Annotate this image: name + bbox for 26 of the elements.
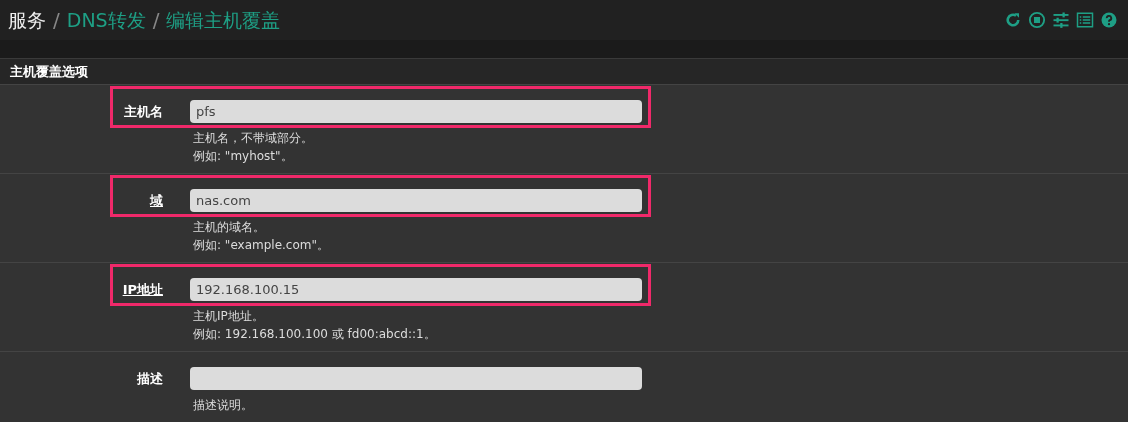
list-icon[interactable] — [1076, 11, 1094, 30]
text-field[interactable]: nas.com — [190, 189, 642, 212]
breadcrumb-separator: / — [53, 7, 60, 35]
help-icon[interactable] — [1100, 11, 1118, 30]
help-text: 描述说明。 — [193, 397, 254, 414]
breadcrumb-link[interactable]: 编辑主机覆盖 — [166, 5, 281, 35]
section-header: 主机覆盖选项 — [0, 59, 1128, 84]
field-label: IP地址 — [122, 280, 163, 299]
breadcrumb-separator: / — [152, 7, 160, 35]
reload-icon[interactable] — [1004, 11, 1022, 30]
help-text: 主机名，不带域部分。 — [193, 130, 314, 147]
help-text: 主机的域名。 — [193, 219, 266, 236]
stop-icon[interactable] — [1028, 11, 1046, 30]
field-label: 主机名 — [124, 102, 163, 121]
field-label: 域 — [150, 191, 163, 210]
field-label: 描述 — [137, 369, 163, 388]
breadcrumb-item: 服务 — [8, 7, 46, 33]
help-text: 例如: 192.168.100.100 或 fd00:abcd::1。 — [193, 326, 437, 343]
text-field[interactable]: 192.168.100.15 — [190, 278, 642, 301]
text-field[interactable]: pfs — [190, 100, 642, 123]
sliders-icon[interactable] — [1052, 11, 1070, 30]
help-text: 例如: "myhost"。 — [193, 148, 294, 165]
text-field[interactable] — [190, 367, 642, 390]
help-text: 主机IP地址。 — [193, 308, 265, 325]
breadcrumb-link[interactable]: DNS转发 — [66, 5, 146, 35]
help-text: 例如: "example.com"。 — [193, 237, 330, 254]
